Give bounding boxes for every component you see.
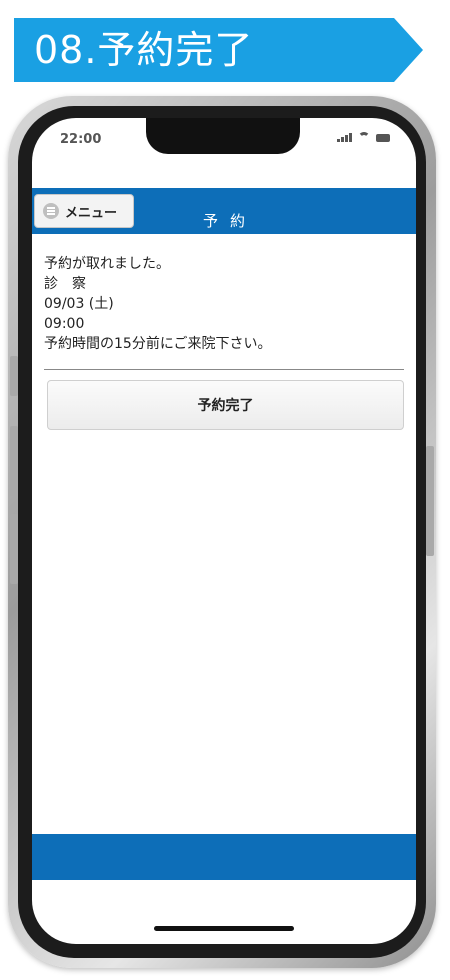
volume-down-button (10, 514, 18, 584)
arrival-notice: 予約時間の15分前にご来院下さい。 (44, 336, 272, 352)
page: 08.予約完了 22:00 メニュー 予約 予約が取れました。 診 察 09/0… (0, 0, 450, 980)
home-indicator[interactable] (154, 926, 294, 931)
battery-icon (376, 134, 390, 142)
step-title: 08.予約完了 (34, 28, 254, 72)
divider (44, 369, 404, 370)
volume-up-button (10, 426, 18, 496)
page-title: 予約 (202, 212, 257, 230)
status-time: 22:00 (60, 132, 102, 147)
footer-bar (32, 834, 416, 880)
app-header: メニュー 予約 (32, 188, 416, 234)
status-icons (337, 132, 390, 142)
phone-screen: 22:00 メニュー 予約 予約が取れました。 診 察 09/03 (土) 09… (32, 118, 416, 944)
reservation-type: 診 察 (44, 276, 86, 292)
complete-button[interactable]: 予約完了 (47, 380, 404, 430)
power-button (426, 446, 434, 556)
reservation-time: 09:00 (44, 316, 85, 332)
confirmation-message: 予約が取れました。 (44, 256, 170, 272)
mute-switch (10, 356, 18, 396)
camera-notch (146, 118, 300, 154)
signal-icon (337, 132, 352, 142)
reservation-details: 予約が取れました。 診 察 09/03 (土) 09:00 予約時間の15分前に… (44, 254, 404, 354)
wifi-icon (358, 132, 370, 142)
step-banner: 08.予約完了 (14, 18, 423, 82)
reservation-date: 09/03 (土) (44, 296, 114, 312)
